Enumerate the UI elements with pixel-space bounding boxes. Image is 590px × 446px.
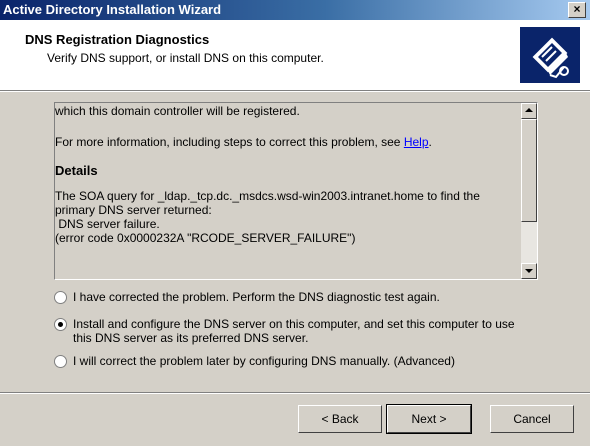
details-line: (error code 0x0000232A "RCODE_SERVER_FAI… bbox=[55, 231, 356, 245]
option-manual-label[interactable]: I will correct the problem later by conf… bbox=[73, 354, 455, 368]
directory-book-icon bbox=[520, 27, 580, 83]
more-info-text: For more information, including steps to… bbox=[55, 135, 404, 149]
details-line: primary DNS server returned: bbox=[55, 203, 212, 217]
close-button[interactable]: × bbox=[568, 2, 586, 18]
arrow-down-icon bbox=[525, 269, 533, 273]
option-install-dns-label-2[interactable]: this DNS server as its preferred DNS ser… bbox=[73, 331, 308, 345]
more-info-line: For more information, including steps to… bbox=[55, 135, 517, 149]
title-bar: Active Directory Installation Wizard × bbox=[0, 0, 590, 20]
next-button[interactable]: Next > bbox=[386, 404, 472, 434]
more-info-suffix: . bbox=[428, 135, 432, 149]
scroll-thumb[interactable] bbox=[521, 119, 537, 222]
radio-manual[interactable] bbox=[54, 355, 67, 368]
details-line: The SOA query for _ldap._tcp.dc._msdcs.w… bbox=[55, 189, 480, 203]
radio-install-dns[interactable] bbox=[54, 318, 67, 331]
header-separator bbox=[0, 90, 590, 92]
window-title: Active Directory Installation Wizard bbox=[3, 2, 222, 17]
page-title: DNS Registration Diagnostics bbox=[25, 32, 210, 47]
radio-retest[interactable] bbox=[54, 291, 67, 304]
back-button[interactable]: < Back bbox=[298, 405, 382, 433]
scroll-up-button[interactable] bbox=[521, 103, 537, 119]
option-install-dns-label[interactable]: Install and configure the DNS server on … bbox=[73, 317, 515, 331]
vertical-scrollbar[interactable] bbox=[521, 103, 537, 279]
page-subtitle: Verify DNS support, or install DNS on th… bbox=[47, 51, 324, 65]
details-line: DNS server failure. bbox=[55, 217, 160, 231]
details-heading: Details bbox=[55, 163, 98, 178]
wizard-header: DNS Registration Diagnostics Verify DNS … bbox=[0, 20, 590, 90]
option-retest-label[interactable]: I have corrected the problem. Perform th… bbox=[73, 290, 440, 304]
diagnostic-results-box[interactable]: which this domain controller will be reg… bbox=[54, 102, 538, 280]
footer-separator bbox=[0, 392, 590, 394]
radio-selected-dot bbox=[58, 322, 63, 327]
arrow-up-icon bbox=[525, 108, 533, 112]
result-line: which this domain controller will be reg… bbox=[55, 104, 300, 118]
help-link[interactable]: Help bbox=[404, 135, 429, 149]
cancel-button[interactable]: Cancel bbox=[490, 405, 574, 433]
scroll-down-button[interactable] bbox=[521, 263, 537, 279]
